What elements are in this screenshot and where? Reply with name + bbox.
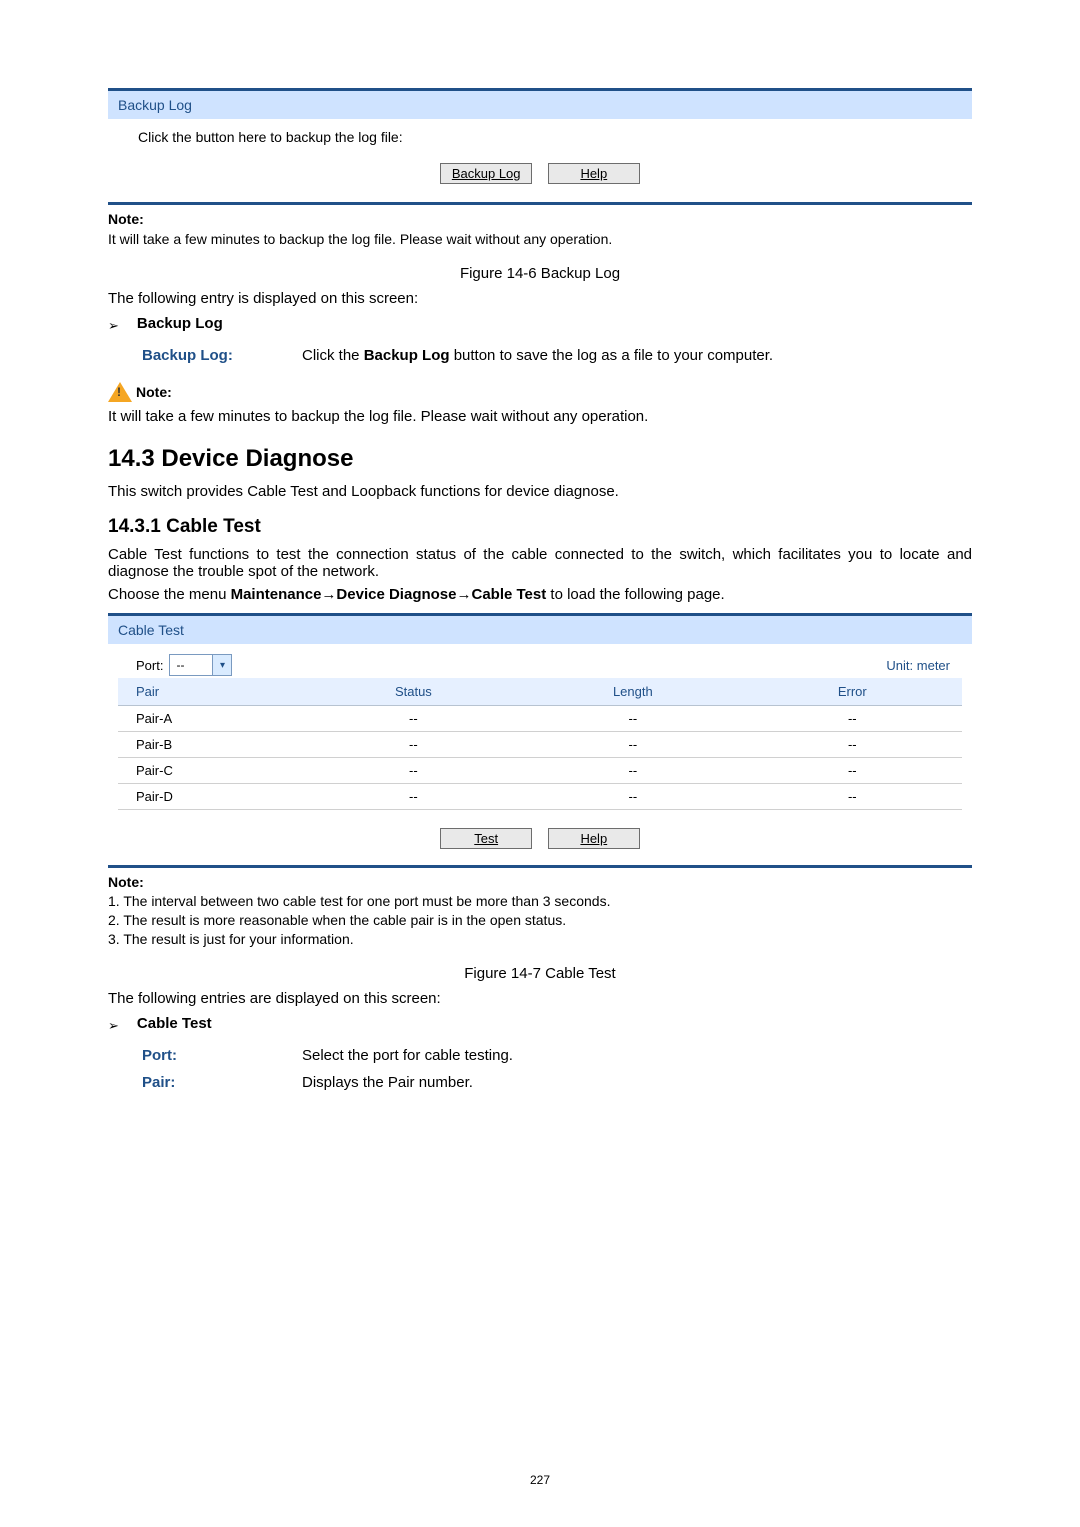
figure-caption-2: Figure 14-7 Cable Test: [108, 965, 972, 982]
note-label: Note:: [108, 874, 972, 890]
def-label-pair: Pair:: [142, 1074, 302, 1091]
warning-icon: [108, 382, 132, 402]
def-label-backup-log: Backup Log:: [142, 347, 302, 364]
heading-cable-test: 14.3.1 Cable Test: [108, 516, 972, 538]
table-row: Pair-D -- -- --: [118, 784, 962, 810]
note-text: It will take a few minutes to backup the…: [108, 227, 972, 247]
backup-log-button[interactable]: Backup Log: [440, 163, 532, 184]
cable-test-desc: Cable Test functions to test the connect…: [108, 546, 972, 580]
cable-test-table: Pair Status Length Error Pair-A -- -- --…: [118, 678, 962, 810]
col-error: Error: [743, 678, 962, 706]
menu-path: Choose the menu Maintenance→Device Diagn…: [108, 586, 972, 603]
port-row: Port: -- ▾: [136, 654, 232, 676]
port-label: Port:: [136, 658, 163, 673]
port-select[interactable]: -- ▾: [169, 654, 232, 676]
arrow-icon: ➢: [108, 315, 119, 337]
col-length: Length: [523, 678, 742, 706]
help-button[interactable]: Help: [548, 828, 640, 849]
figure-caption-1: Figure 14-6 Backup Log: [108, 265, 972, 282]
backup-log-panel: Backup Log Click the button here to back…: [108, 88, 972, 205]
note-label: Note:: [108, 211, 972, 227]
port-select-value: --: [170, 658, 212, 672]
warn-note-text: It will take a few minutes to backup the…: [108, 408, 972, 425]
backup-instruction: Click the button here to backup the log …: [138, 129, 942, 145]
def-text-pair: Displays the Pair number.: [302, 1074, 473, 1091]
def-label-port: Port:: [142, 1047, 302, 1064]
def-text-port: Select the port for cable testing.: [302, 1047, 513, 1064]
unit-label: Unit: meter: [886, 658, 950, 673]
following-entries-text: The following entries are displayed on t…: [108, 990, 972, 1007]
note-line-2: 2. The result is more reasonable when th…: [108, 912, 972, 928]
def-text-backup-log: Click the Backup Log button to save the …: [302, 347, 773, 364]
note-line-1: 1. The interval between two cable test f…: [108, 893, 972, 909]
following-entry-text: The following entry is displayed on this…: [108, 290, 972, 307]
note-label: Note:: [136, 384, 172, 400]
heading-device-diagnose: 14.3 Device Diagnose: [108, 445, 972, 473]
col-status: Status: [304, 678, 523, 706]
chevron-down-icon: ▾: [212, 655, 231, 675]
device-diagnose-desc: This switch provides Cable Test and Loop…: [108, 483, 972, 500]
cable-test-panel: Cable Test Port: -- ▾ Unit: meter Pair S…: [108, 613, 972, 868]
panel-title: Backup Log: [108, 91, 972, 119]
table-row: Pair-C -- -- --: [118, 758, 962, 784]
table-row: Pair-A -- -- --: [118, 706, 962, 732]
arrow-icon: ➢: [108, 1015, 119, 1037]
section-label-backup-log: Backup Log: [137, 315, 223, 332]
page-number: 227: [0, 1473, 1080, 1487]
col-pair: Pair: [118, 678, 304, 706]
note-line-3: 3. The result is just for your informati…: [108, 931, 972, 947]
test-button[interactable]: Test: [440, 828, 532, 849]
table-row: Pair-B -- -- --: [118, 732, 962, 758]
section-label-cable-test: Cable Test: [137, 1015, 212, 1032]
help-button[interactable]: Help: [548, 163, 640, 184]
panel-title: Cable Test: [108, 616, 972, 644]
